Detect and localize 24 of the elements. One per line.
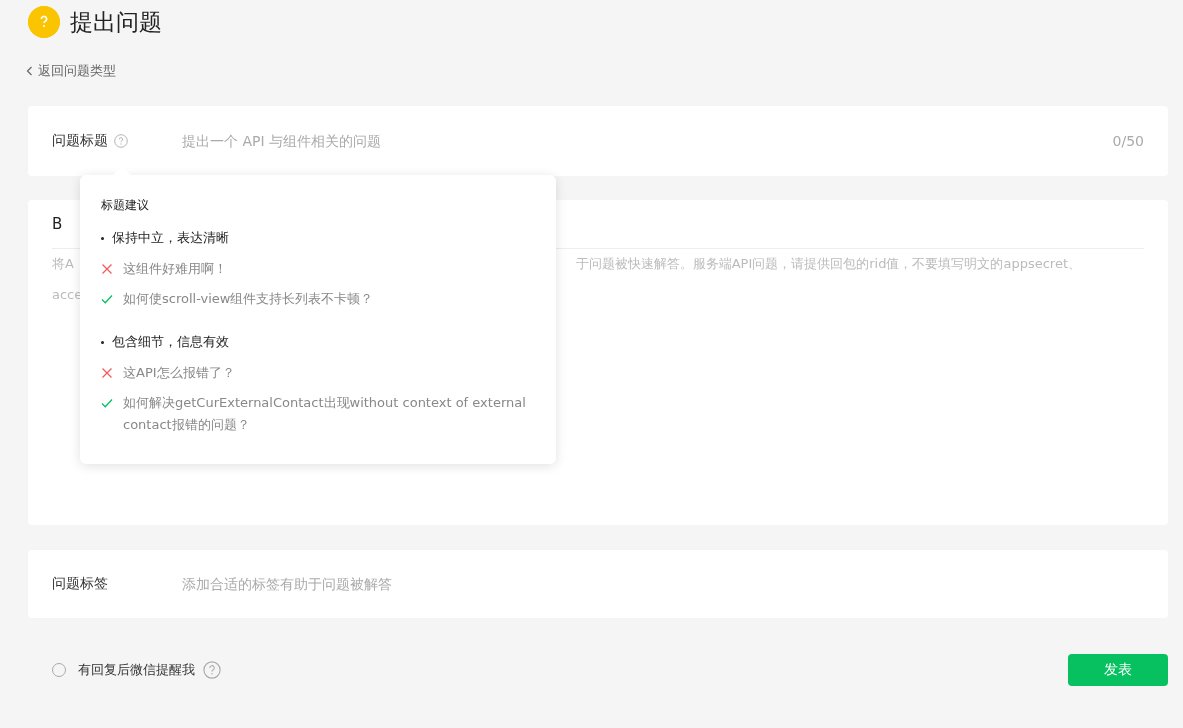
bold-button[interactable]: B xyxy=(52,215,63,233)
example-text: 这API怎么报错了？ xyxy=(123,364,235,382)
editor-placeholder-text: 于问题被快速解答。服务端API问题，请提供回包的rid值，不要填写明文的appsecret、 xyxy=(575,255,1082,273)
bullet-dot xyxy=(101,340,104,344)
field-label: 问题标题 xyxy=(52,132,108,150)
title-input[interactable]: 提出一个 API 与组件相关的问题 xyxy=(182,133,1113,149)
chevron-left-icon xyxy=(26,66,33,76)
tip-heading: 包含细节，信息有效 xyxy=(112,333,229,351)
bullet-dot xyxy=(101,236,104,240)
example-text: 这组件好难用啊！ xyxy=(123,260,227,278)
example-text: 如何解决getCurExternalContact出现without context of external contact报错的问题？ xyxy=(123,394,527,434)
back-link[interactable]: 返回问题类型 xyxy=(26,60,116,82)
char-counter: 0/50 xyxy=(1112,133,1144,149)
page-title: 提出问题 xyxy=(70,7,162,37)
question-icon xyxy=(28,6,60,38)
notify-label: 有回复后微信提醒我 xyxy=(78,661,195,679)
field-label: 问题标签 xyxy=(52,575,108,593)
example-text: 如何使scroll-view组件支持长列表不卡顿？ xyxy=(123,290,374,308)
tip-heading: 保持中立，表达清晰 xyxy=(112,229,229,247)
help-icon[interactable] xyxy=(114,134,128,148)
tags-input[interactable]: 添加合适的标签有助于问题被解答 xyxy=(182,576,1144,592)
editor-placeholder-text: 将A xyxy=(52,255,74,273)
help-icon[interactable] xyxy=(203,661,221,679)
tooltip-heading: 标题建议 xyxy=(101,197,150,214)
